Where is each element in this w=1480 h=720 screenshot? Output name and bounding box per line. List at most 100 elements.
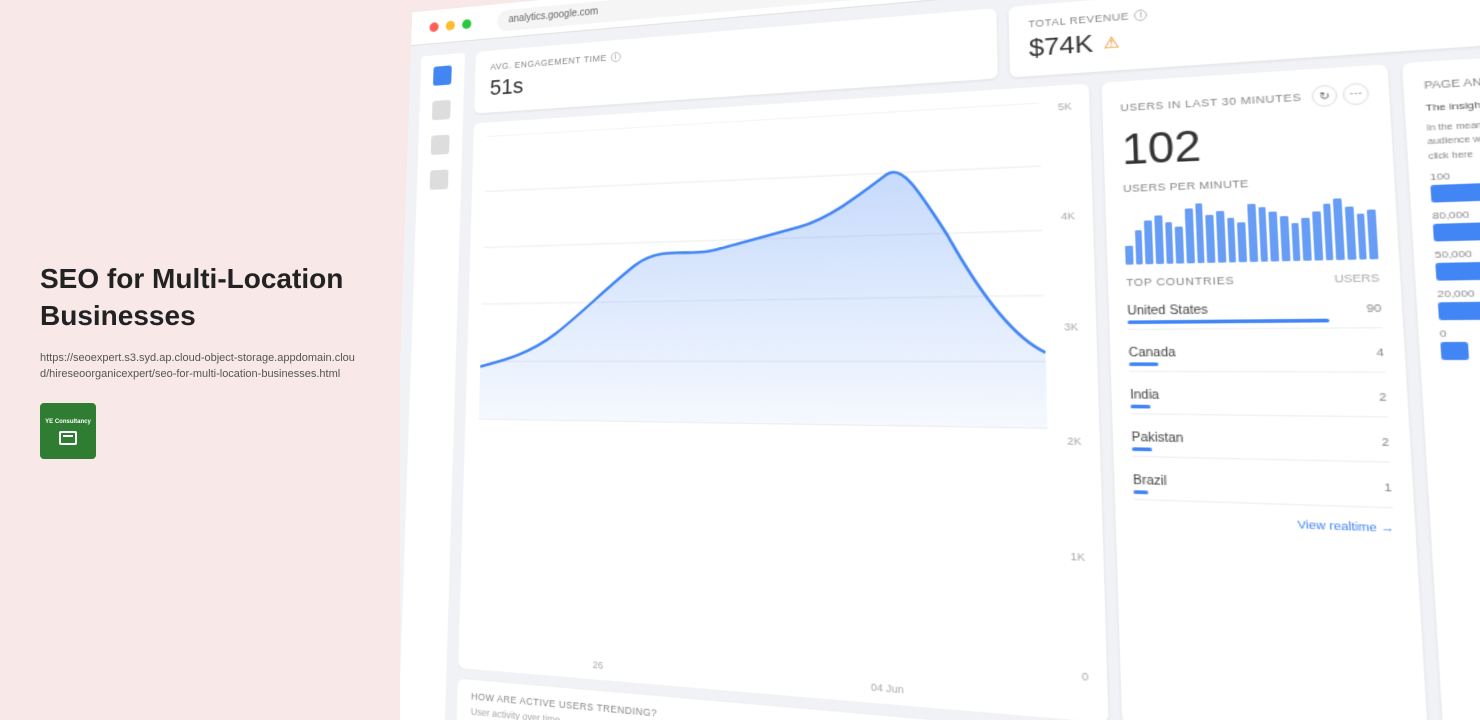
page-title: SEO for Multi-Location Businesses bbox=[40, 261, 360, 334]
h-bar-label-3: 50,000 bbox=[1434, 242, 1480, 260]
bar-11 bbox=[1227, 217, 1237, 262]
country-count-pk: 2 bbox=[1381, 436, 1389, 450]
country-name-ca: Canada bbox=[1128, 347, 1175, 360]
analytics-sidebar bbox=[400, 53, 465, 720]
bar-16 bbox=[1280, 215, 1290, 261]
country-bar-wrap-in bbox=[1130, 405, 1387, 412]
y-label-0: 0 bbox=[1082, 670, 1089, 683]
bar-19 bbox=[1312, 211, 1323, 260]
line-chart-card: 5K 4K 3K 2K 1K 0 bbox=[458, 84, 1108, 720]
minimize-dot bbox=[446, 20, 455, 30]
refresh-btn[interactable]: ↻ bbox=[1311, 84, 1338, 107]
users-count: 102 bbox=[1121, 116, 1373, 171]
y-label-4k: 4K bbox=[1061, 210, 1075, 222]
country-name-pk: Pakistan bbox=[1131, 431, 1183, 445]
users-panel-header: USERS IN LAST 30 MINUTES ↻ ⋯ bbox=[1120, 82, 1369, 118]
bar-14 bbox=[1258, 207, 1268, 262]
country-row-ca: Canada 4 bbox=[1128, 341, 1385, 373]
engagement-info-icon[interactable]: i bbox=[611, 52, 621, 63]
bar-1 bbox=[1125, 245, 1133, 265]
country-bar-ca bbox=[1129, 362, 1158, 366]
bar-20 bbox=[1323, 204, 1334, 261]
country-name-in: India bbox=[1130, 389, 1160, 403]
analytics-content: Avg. engagement time i 51s Total revenue… bbox=[400, 0, 1480, 720]
analytics-main-content: Avg. engagement time i 51s Total revenue… bbox=[457, 0, 1480, 720]
revenue-value: $74K bbox=[1029, 29, 1094, 63]
h-bar-2 bbox=[1433, 219, 1480, 241]
view-realtime-link[interactable]: View realtime → bbox=[1134, 512, 1394, 534]
users-panel-title: USERS IN LAST 30 MINUTES bbox=[1120, 91, 1302, 113]
nav-settings-icon[interactable] bbox=[430, 170, 449, 190]
bar-21 bbox=[1333, 198, 1345, 260]
nav-explore-icon[interactable] bbox=[431, 135, 450, 155]
country-bar-in bbox=[1130, 405, 1150, 409]
country-count-in: 2 bbox=[1379, 391, 1387, 405]
users-col-label: USERS bbox=[1334, 272, 1380, 285]
revenue-info-icon[interactable]: i bbox=[1134, 9, 1147, 21]
h-bar-label-5: 0 bbox=[1439, 326, 1480, 339]
y-label-1k: 1K bbox=[1070, 551, 1085, 564]
bar-9 bbox=[1206, 215, 1216, 263]
bar-13 bbox=[1247, 203, 1258, 262]
chart-area: 5K 4K 3K 2K 1K 0 bbox=[458, 43, 1480, 720]
bar-6 bbox=[1175, 226, 1184, 264]
top-countries-header: TOP COUNTRIES USERS bbox=[1126, 272, 1380, 289]
line-chart-svg bbox=[479, 102, 1048, 428]
more-btn[interactable]: ⋯ bbox=[1342, 82, 1369, 105]
country-bar-us bbox=[1128, 319, 1329, 324]
maximize-dot bbox=[462, 19, 471, 29]
users-per-minute-chart bbox=[1124, 197, 1379, 265]
nav-reports-icon[interactable] bbox=[432, 100, 451, 120]
bar-4 bbox=[1154, 215, 1163, 264]
bar-8 bbox=[1195, 203, 1205, 263]
country-bar-pk bbox=[1132, 447, 1152, 451]
h-bar-row-3: 50,000 bbox=[1434, 242, 1480, 280]
h-bar-wrap-3 bbox=[1435, 257, 1480, 281]
x-label-04jun: 04 Jun bbox=[871, 681, 904, 696]
country-name-us: United States bbox=[1127, 304, 1208, 318]
country-count-ca: 4 bbox=[1376, 346, 1384, 360]
page-url: https://seoexpert.s3.syd.ap.cloud-object… bbox=[40, 350, 360, 383]
h-bar-row-5: 0 bbox=[1439, 326, 1480, 360]
country-row-us: United States 90 bbox=[1127, 297, 1383, 330]
bar-7 bbox=[1185, 208, 1195, 263]
close-dot bbox=[429, 22, 438, 32]
bar-15 bbox=[1269, 211, 1279, 262]
top-countries-title: TOP COUNTRIES bbox=[1126, 274, 1235, 288]
y-label-3k: 3K bbox=[1064, 321, 1079, 333]
right-chart-title: PAGE AND SCREENS bbox=[1424, 63, 1480, 92]
bar-10 bbox=[1216, 210, 1226, 262]
bar-24 bbox=[1367, 209, 1378, 259]
brand-badge: YE Consultancy bbox=[40, 403, 96, 459]
bar-5 bbox=[1165, 222, 1174, 264]
bar-17 bbox=[1291, 222, 1301, 261]
h-bar-label-1: 100 bbox=[1429, 160, 1480, 182]
y-label-2k: 2K bbox=[1067, 435, 1082, 447]
h-bar-label-2: 80,000 bbox=[1432, 201, 1480, 221]
horizontal-bar-chart: 100 80,000 bbox=[1429, 160, 1480, 360]
bar-3 bbox=[1144, 220, 1153, 265]
country-count-us: 90 bbox=[1366, 302, 1382, 316]
users-controls: ↻ ⋯ bbox=[1311, 82, 1369, 107]
country-bar-br bbox=[1133, 490, 1148, 494]
h-bar-4 bbox=[1438, 301, 1480, 320]
country-bar-wrap-us bbox=[1128, 318, 1383, 324]
country-row-br: Brazil 1 bbox=[1133, 469, 1393, 508]
analytics-window: analytics.google.com Avg. engagement tim… bbox=[400, 0, 1480, 720]
warning-icon: ⚠ bbox=[1103, 32, 1120, 52]
h-bar-wrap-4 bbox=[1438, 299, 1480, 320]
bar-2 bbox=[1135, 230, 1144, 264]
view-report-link[interactable]: View report → bbox=[1442, 370, 1480, 383]
h-bar-row-2: 80,000 bbox=[1432, 201, 1480, 241]
brand-name: YE Consultancy bbox=[42, 417, 94, 428]
h-bar-label-4: 20,000 bbox=[1437, 284, 1480, 300]
bar-12 bbox=[1237, 222, 1247, 263]
h-bar-row-4: 20,000 bbox=[1437, 284, 1480, 320]
x-label-26: 26 bbox=[593, 659, 604, 671]
analytics-panel: analytics.google.com Avg. engagement tim… bbox=[400, 0, 1480, 720]
right-chart-subdesc: In the meantime, you can view the top pa… bbox=[1426, 108, 1480, 163]
y-label-5k: 5K bbox=[1058, 101, 1072, 113]
bar-18 bbox=[1302, 218, 1312, 261]
nav-home-icon[interactable] bbox=[433, 65, 452, 86]
brand-icon bbox=[59, 431, 77, 445]
